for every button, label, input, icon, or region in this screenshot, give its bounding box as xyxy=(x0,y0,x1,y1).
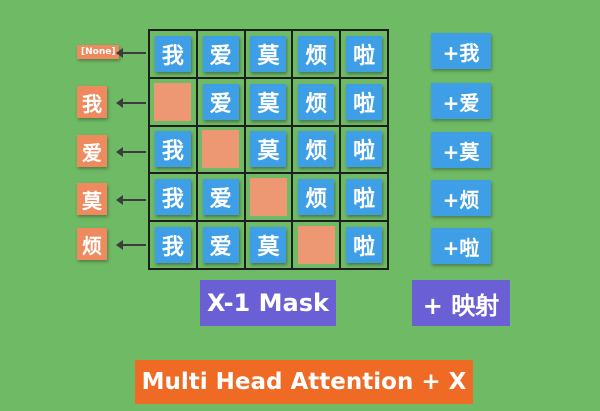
grid-cell: 我 xyxy=(149,173,197,222)
grid-cell: 我 xyxy=(149,30,197,78)
left-arrow-icon xyxy=(116,147,146,157)
grid-cell: 莫 xyxy=(244,77,293,126)
mask-square xyxy=(202,130,240,169)
token-tile: 我 xyxy=(154,131,191,168)
output-token: 我 xyxy=(77,86,107,118)
mask-square xyxy=(154,82,192,121)
grid-cell xyxy=(292,221,341,269)
grid-cell xyxy=(244,173,293,222)
addition-token: +啦 xyxy=(431,228,491,264)
output-token: 爱 xyxy=(77,135,107,167)
grid-cell: 啦 xyxy=(340,221,388,269)
token-tile: 啦 xyxy=(346,131,383,168)
left-arrow-icon xyxy=(116,195,146,205)
addition-token: +我 xyxy=(431,33,491,69)
token-tile: 啦 xyxy=(346,227,383,264)
token-tile: 爱 xyxy=(202,35,239,72)
grid-cell: 莫 xyxy=(244,30,293,78)
grid-cell: 啦 xyxy=(340,30,388,78)
output-token: 莫 xyxy=(77,183,107,215)
addition-token: +烦 xyxy=(431,180,491,216)
page-title: Multi Head Attention + X xyxy=(135,360,473,404)
mask-label: X-1 Mask xyxy=(200,280,336,326)
attention-mask-grid: 我 爱 莫 烦 啦 爱 莫 烦 啦 我 莫 烦 啦 我 爱 烦 啦 我 爱 莫 … xyxy=(148,29,389,270)
left-arrow-icon xyxy=(116,98,146,108)
grid-cell: 莫 xyxy=(244,221,293,269)
grid-cell xyxy=(196,125,245,174)
grid-cell: 烦 xyxy=(292,173,341,222)
token-tile: 烦 xyxy=(298,131,335,168)
grid-cell: 爱 xyxy=(196,173,245,222)
left-arrow-icon xyxy=(116,48,146,58)
token-tile: 爱 xyxy=(202,227,239,264)
grid-cell: 烦 xyxy=(292,30,341,78)
token-tile: 莫 xyxy=(250,131,287,168)
mapping-label: + 映射 xyxy=(412,280,510,326)
grid-cell xyxy=(149,77,197,126)
token-tile: 啦 xyxy=(346,35,383,72)
token-tile: 莫 xyxy=(250,227,287,264)
token-tile: 莫 xyxy=(250,83,287,120)
output-token: 烦 xyxy=(77,228,107,260)
grid-cell: 烦 xyxy=(292,125,341,174)
token-tile: 烦 xyxy=(298,35,335,72)
token-tile: 烦 xyxy=(298,83,335,120)
grid-cell: 烦 xyxy=(292,77,341,126)
token-tile: 啦 xyxy=(346,83,383,120)
token-tile: 莫 xyxy=(250,35,287,72)
token-tile: 爱 xyxy=(202,179,239,216)
output-token-none: [None] xyxy=(77,45,120,59)
grid-cell: 莫 xyxy=(244,125,293,174)
token-tile: 我 xyxy=(154,35,191,72)
grid-cell: 爱 xyxy=(196,77,245,126)
mask-square xyxy=(249,178,287,217)
token-tile: 我 xyxy=(154,227,191,264)
addition-token: +爱 xyxy=(431,83,491,119)
token-tile: 烦 xyxy=(298,179,335,216)
grid-cell: 爱 xyxy=(196,221,245,269)
mask-square xyxy=(297,226,335,265)
addition-token: +莫 xyxy=(431,132,491,168)
left-arrow-icon xyxy=(116,240,146,250)
grid-cell: 啦 xyxy=(340,125,388,174)
grid-cell: 啦 xyxy=(340,77,388,126)
token-tile: 我 xyxy=(154,179,191,216)
token-tile: 啦 xyxy=(346,179,383,216)
grid-cell: 爱 xyxy=(196,30,245,78)
grid-cell: 我 xyxy=(149,221,197,269)
grid-cell: 我 xyxy=(149,125,197,174)
grid-cell: 啦 xyxy=(340,173,388,222)
token-tile: 爱 xyxy=(202,83,239,120)
